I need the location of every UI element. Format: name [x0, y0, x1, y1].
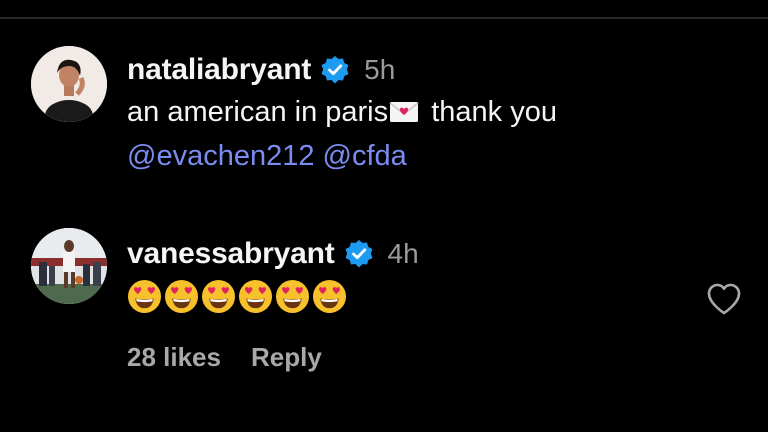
- envelope-heart-icon: [389, 95, 419, 135]
- heart-eyes-emoji-icon: [275, 279, 310, 314]
- heart-eyes-emoji-icon: [127, 279, 162, 314]
- heart-eyes-emoji-icon: [312, 279, 347, 314]
- heart-eyes-emoji-icon: [164, 279, 199, 314]
- comment-text: an american in paris thank you: [127, 92, 557, 135]
- likes-count[interactable]: 28 likes: [127, 342, 221, 373]
- heart-eyes-emoji-icon: [201, 279, 236, 314]
- timestamp: 4h: [387, 238, 419, 269]
- heart-eyes-emoji-icon: [238, 279, 273, 314]
- mention-link[interactable]: @cfda: [323, 140, 407, 172]
- comment-header: nataliabryant 5h: [127, 50, 395, 90]
- timestamp: 5h: [364, 54, 396, 85]
- comment-header: vanessabryant 4h: [127, 234, 419, 274]
- comment-mentions: @evachen212 @cfda: [127, 136, 407, 176]
- top-divider: [0, 17, 768, 19]
- comment-text-part: an american in paris: [127, 96, 389, 128]
- comment-emojis: [127, 279, 347, 314]
- username[interactable]: nataliabryant: [127, 53, 311, 87]
- comment-text-part: thank you: [423, 96, 557, 128]
- avatar[interactable]: [31, 228, 107, 304]
- like-heart-icon[interactable]: [706, 282, 742, 316]
- avatar[interactable]: [31, 46, 107, 122]
- mention-link[interactable]: @evachen212: [127, 140, 314, 172]
- username[interactable]: vanessabryant: [127, 237, 335, 271]
- comment-meta: 28 likes Reply: [127, 342, 322, 373]
- verified-badge-icon: [320, 55, 350, 85]
- reply-button[interactable]: Reply: [251, 342, 322, 373]
- verified-badge-icon: [344, 239, 374, 269]
